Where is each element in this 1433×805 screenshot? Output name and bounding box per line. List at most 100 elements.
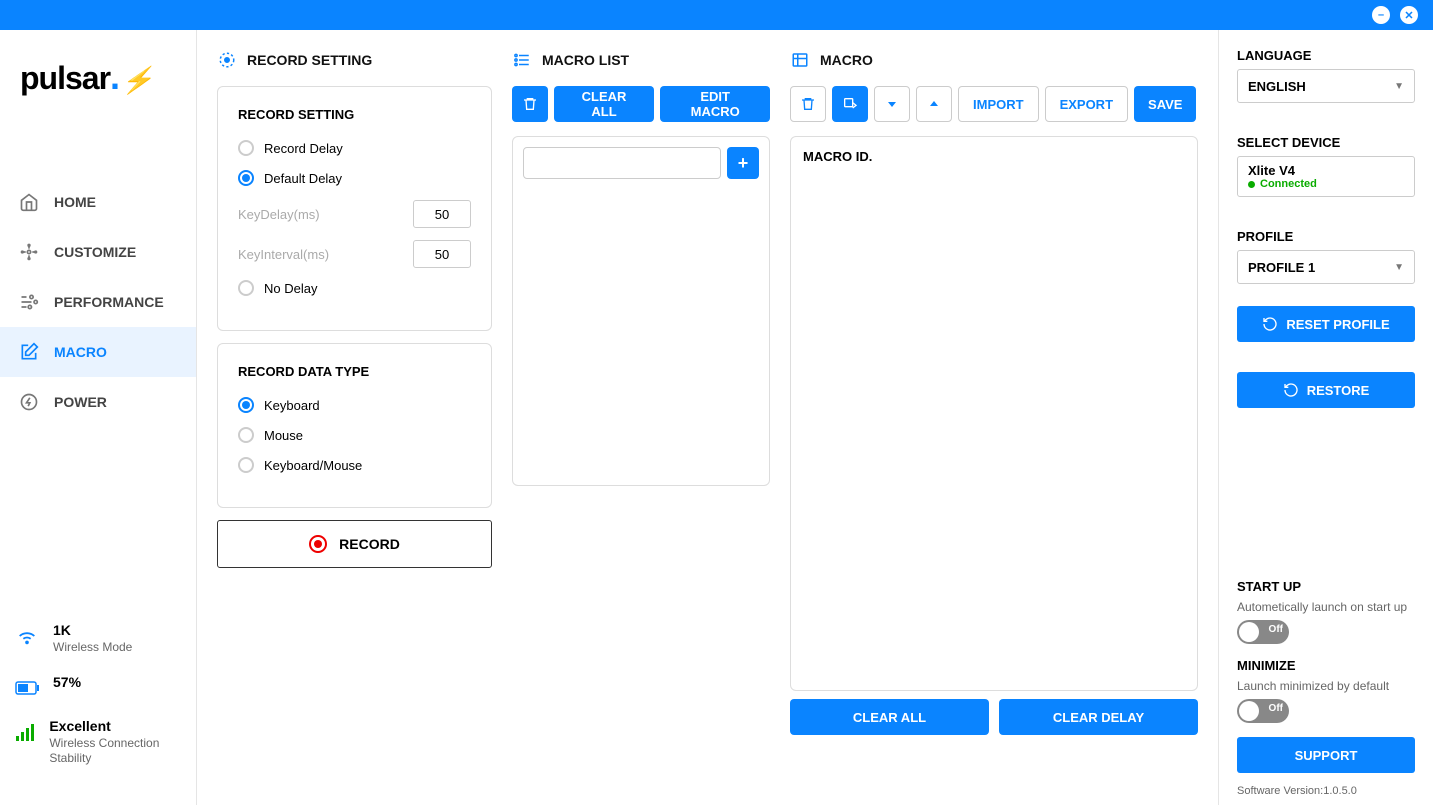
profile-label: PROFILE	[1237, 229, 1415, 244]
signal-icon	[15, 720, 35, 744]
macro-header: MACRO	[790, 50, 1198, 70]
radio-label: No Delay	[264, 281, 317, 296]
radio-checked-icon	[238, 170, 254, 186]
clear-all-macro-list-button[interactable]: CLEAR ALL	[554, 86, 655, 122]
profile-value: PROFILE 1	[1248, 260, 1315, 275]
sidebar-label-home: HOME	[54, 194, 96, 210]
move-down-button[interactable]	[874, 86, 910, 122]
sidebar: pulsar.⚡ HOME CUSTOMIZE PERFORMANCE MACR…	[0, 30, 197, 805]
sidebar-item-home[interactable]: HOME	[0, 177, 196, 227]
record-setting-title: RECORD SETTING	[247, 52, 372, 68]
macro-title: MACRO	[820, 52, 873, 68]
minimize-toggle-label: Off	[1269, 703, 1283, 714]
status-signal-value: Excellent	[49, 718, 181, 734]
restore-button[interactable]: RESTORE	[1237, 372, 1415, 408]
import-button[interactable]: IMPORT	[958, 86, 1039, 122]
macro-section-icon	[790, 50, 810, 70]
key-delay-label: KeyDelay(ms)	[238, 207, 320, 222]
record-data-type-title: RECORD DATA TYPE	[238, 364, 471, 379]
support-button[interactable]: SUPPORT	[1237, 737, 1415, 773]
radio-mouse[interactable]: Mouse	[238, 427, 471, 443]
right-panel: LANGUAGE ENGLISH ▼ SELECT DEVICE Xlite V…	[1218, 30, 1433, 805]
radio-default-delay[interactable]: Default Delay	[238, 170, 471, 186]
startup-label: START UP	[1237, 579, 1415, 594]
startup-toggle-label: Off	[1269, 624, 1283, 635]
radio-label: Record Delay	[264, 141, 343, 156]
record-button-label: RECORD	[339, 536, 400, 552]
clear-delay-button[interactable]: CLEAR DELAY	[999, 699, 1198, 735]
add-macro-button[interactable]: +	[727, 147, 759, 179]
radio-label: Keyboard	[264, 398, 320, 413]
main-content: RECORD SETTING RECORD SETTING Record Del…	[197, 30, 1218, 805]
device-box[interactable]: Xlite V4 Connected	[1237, 156, 1415, 197]
macro-name-input[interactable]	[523, 147, 721, 179]
power-icon	[18, 391, 40, 413]
macro-steps-area: MACRO ID.	[790, 136, 1198, 691]
radio-icon	[238, 427, 254, 443]
titlebar: – ✕	[0, 0, 1433, 30]
sidebar-label-power: POWER	[54, 394, 107, 410]
list-icon	[512, 50, 532, 70]
export-button[interactable]: EXPORT	[1045, 86, 1128, 122]
sidebar-item-customize[interactable]: CUSTOMIZE	[0, 227, 196, 277]
record-button[interactable]: RECORD	[217, 520, 492, 568]
language-label: LANGUAGE	[1237, 48, 1415, 63]
radio-record-delay[interactable]: Record Delay	[238, 140, 471, 156]
key-delay-input[interactable]	[413, 200, 471, 228]
key-interval-label: KeyInterval(ms)	[238, 247, 329, 262]
record-dot-icon	[309, 535, 327, 553]
status-rate-sub: Wireless Mode	[53, 640, 132, 656]
record-setting-card: RECORD SETTING Record Delay Default Dela…	[217, 86, 492, 331]
software-version: Software Version:1.0.5.0	[1237, 785, 1415, 797]
select-device-label: SELECT DEVICE	[1237, 135, 1415, 150]
key-interval-input[interactable]	[413, 240, 471, 268]
reset-icon	[1262, 316, 1278, 332]
device-name: Xlite V4	[1248, 163, 1404, 178]
performance-icon	[18, 291, 40, 313]
status-battery-value: 57%	[53, 674, 81, 690]
macro-list-card: +	[512, 136, 770, 486]
wifi-icon	[15, 624, 39, 648]
startup-sublabel: Autometically launch on start up	[1237, 600, 1415, 614]
minimize-toggle[interactable]: Off	[1237, 699, 1289, 723]
macro-icon	[18, 341, 40, 363]
radio-label: Default Delay	[264, 171, 342, 186]
battery-icon	[15, 676, 39, 700]
close-button[interactable]: ✕	[1400, 6, 1418, 24]
logo: pulsar.⚡	[0, 30, 196, 127]
move-up-button[interactable]	[916, 86, 952, 122]
sidebar-label-macro: MACRO	[54, 344, 107, 360]
restore-label: RESTORE	[1307, 383, 1370, 398]
status-battery: 57%	[15, 674, 181, 700]
minimize-button[interactable]: –	[1372, 6, 1390, 24]
record-data-type-card: RECORD DATA TYPE Keyboard Mouse Keyboard…	[217, 343, 492, 508]
minimize-sublabel: Launch minimized by default	[1237, 679, 1415, 693]
minimize-label: MINIMIZE	[1237, 658, 1415, 673]
radio-keyboard-mouse[interactable]: Keyboard/Mouse	[238, 457, 471, 473]
sidebar-item-performance[interactable]: PERFORMANCE	[0, 277, 196, 327]
sidebar-item-power[interactable]: POWER	[0, 377, 196, 427]
sidebar-label-performance: PERFORMANCE	[54, 294, 164, 310]
radio-no-delay[interactable]: No Delay	[238, 280, 471, 296]
delete-step-button[interactable]	[790, 86, 826, 122]
radio-keyboard[interactable]: Keyboard	[238, 397, 471, 413]
radio-icon	[238, 140, 254, 156]
status-signal-sub: Wireless Connection Stability	[49, 736, 181, 767]
save-button[interactable]: SAVE	[1134, 86, 1196, 122]
edit-macro-button[interactable]: EDIT MACRO	[660, 86, 770, 122]
insert-step-button[interactable]	[832, 86, 868, 122]
device-status: Connected	[1248, 178, 1404, 190]
chevron-down-icon: ▼	[1394, 262, 1404, 273]
delete-macro-button[interactable]	[512, 86, 548, 122]
startup-toggle[interactable]: Off	[1237, 620, 1289, 644]
macro-list-header: MACRO LIST	[512, 50, 770, 70]
version-value: 1.0.5.0	[1323, 785, 1357, 797]
sidebar-item-macro[interactable]: MACRO	[0, 327, 196, 377]
record-setting-card-title: RECORD SETTING	[238, 107, 471, 122]
language-select[interactable]: ENGLISH ▼	[1237, 69, 1415, 103]
clear-all-steps-button[interactable]: CLEAR ALL	[790, 699, 989, 735]
radio-icon	[238, 280, 254, 296]
reset-profile-button[interactable]: RESET PROFILE	[1237, 306, 1415, 342]
profile-select[interactable]: PROFILE 1 ▼	[1237, 250, 1415, 284]
restore-icon	[1283, 382, 1299, 398]
